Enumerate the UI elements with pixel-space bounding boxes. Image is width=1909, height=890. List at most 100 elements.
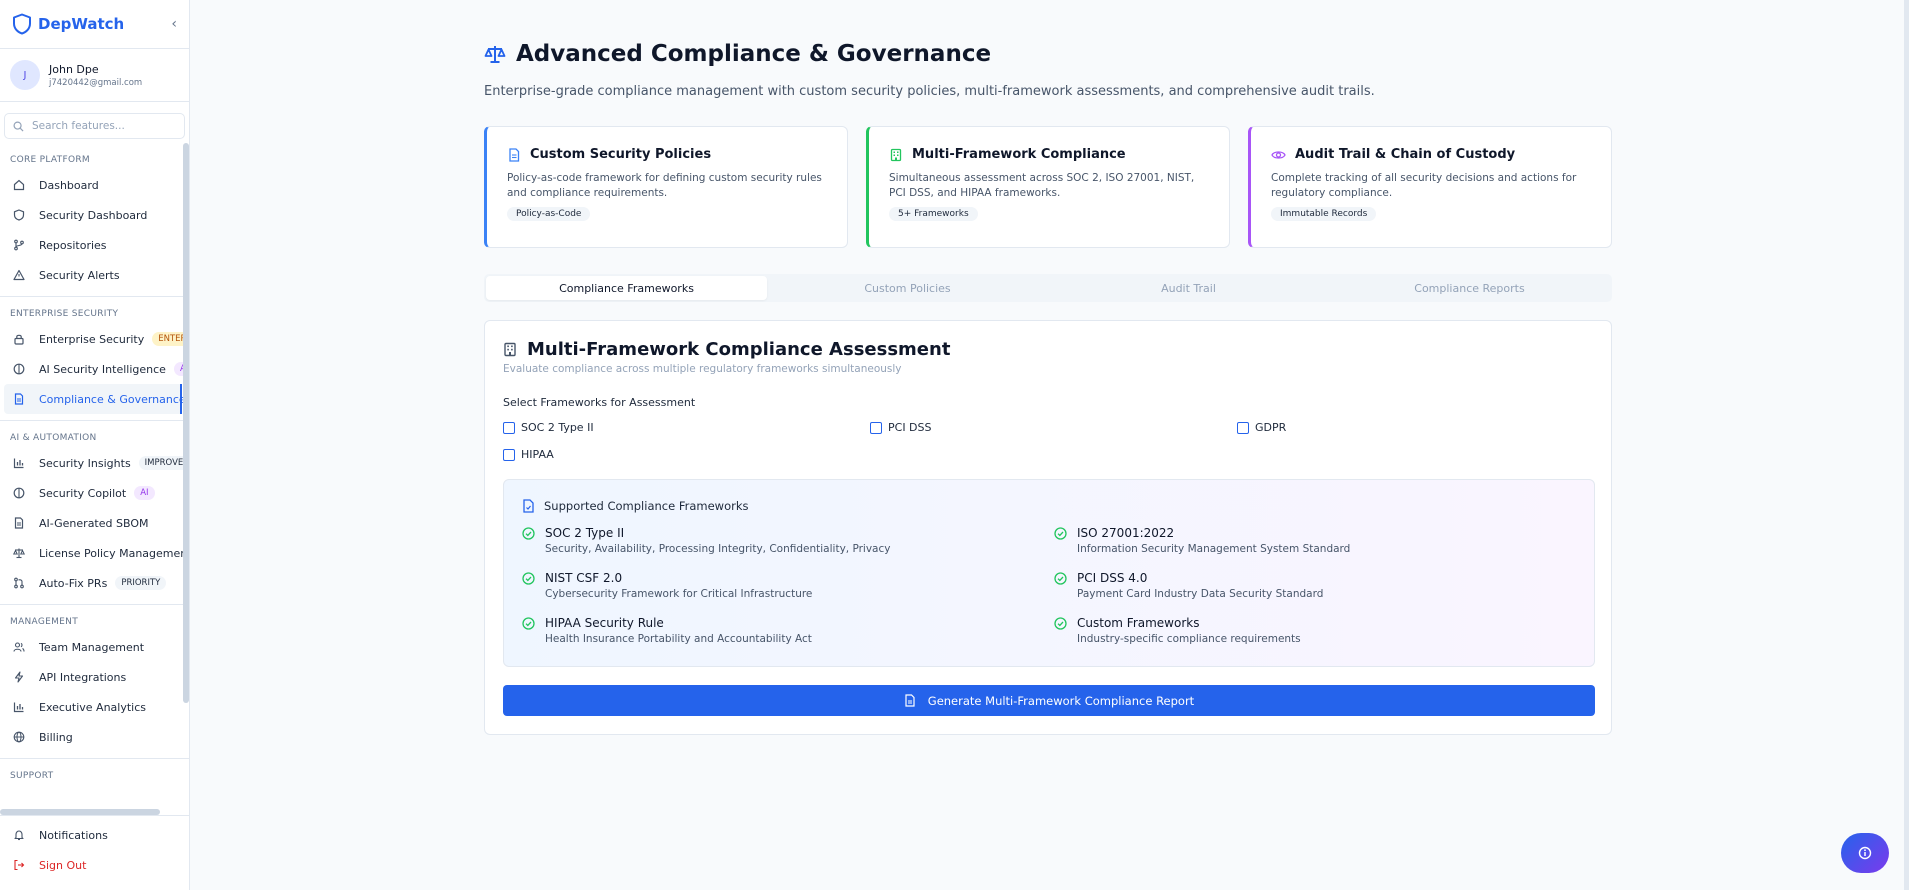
section-support: SUPPORT — [10, 771, 54, 781]
brain-icon — [12, 362, 26, 376]
framework-description: Health Insurance Portability and Account… — [545, 633, 812, 645]
bell-icon — [12, 828, 26, 842]
checkbox-pci-dss[interactable]: PCI DSS — [870, 421, 932, 434]
generate-report-button[interactable]: Generate Multi-Framework Compliance Repo… — [503, 685, 1595, 716]
sidebar-item-security-alerts[interactable]: Security Alerts — [0, 260, 189, 290]
lightning-icon — [12, 670, 26, 684]
git-pull-request-icon — [12, 576, 26, 590]
brand-name: DepWatch — [38, 15, 125, 33]
checkbox-gdpr[interactable]: GDPR — [1237, 421, 1286, 434]
card-description: Policy-as-code framework for defining cu… — [507, 172, 822, 199]
section-ai-automation: AI & AUTOMATION — [10, 433, 97, 443]
search-box — [4, 113, 185, 139]
sidebar-item-security-dashboard[interactable]: Security Dashboard — [0, 200, 189, 230]
scale-icon — [12, 546, 26, 560]
sidebar-item-repositories[interactable]: Repositories — [0, 230, 189, 260]
sidebar-vertical-scrollbar[interactable] — [183, 143, 189, 703]
user-email: j7420442@gmail.com — [49, 77, 143, 88]
sidebar-item-ai-security-intelligence[interactable]: AI Security Intelligence AI — [0, 354, 189, 384]
sidebar-item-label: Security Copilot — [39, 486, 127, 500]
feature-card-multi-framework: Multi-Framework Compliance Simultaneous … — [866, 126, 1230, 248]
page-title-text: Advanced Compliance & Governance — [516, 41, 992, 67]
select-frameworks-label: Select Frameworks for Assessment — [503, 396, 696, 409]
sidebar-item-executive-analytics[interactable]: Executive Analytics — [0, 692, 189, 722]
avatar: J — [10, 60, 40, 90]
tab-compliance-frameworks[interactable]: Compliance Frameworks — [486, 276, 767, 300]
tab-audit-trail[interactable]: Audit Trail — [1048, 276, 1329, 300]
checkbox-box[interactable] — [503, 421, 515, 434]
sidebar-item-auto-fix-prs[interactable]: Auto-Fix PRs PRIORITY — [0, 568, 189, 598]
generate-report-label: Generate Multi-Framework Compliance Repo… — [927, 693, 1195, 708]
sidebar-item-compliance-governance[interactable]: Compliance & Governance — [4, 384, 186, 414]
sidebar-item-label: AI Security Intelligence — [39, 362, 166, 376]
user-profile[interactable]: J John Dpe j7420442@gmail.com — [0, 49, 189, 102]
framework-description: Security, Availability, Processing Integ… — [545, 543, 891, 555]
sidebar-item-team-management[interactable]: Team Management — [0, 632, 189, 662]
framework-item: HIPAA Security Rule Health Insurance Port… — [522, 616, 812, 645]
tab-bar: Compliance Frameworks Custom Policies Au… — [484, 274, 1612, 302]
page-subtitle: Enterprise-grade compliance management w… — [484, 84, 1375, 99]
checkbox-soc2[interactable]: SOC 2 Type II — [503, 421, 594, 434]
sidebar-item-label: License Policy Management — [39, 546, 190, 560]
sidebar-item-dashboard[interactable]: Dashboard — [0, 170, 189, 200]
sidebar-item-label: API Integrations — [39, 670, 127, 684]
checkbox-box[interactable] — [503, 448, 515, 461]
sidebar-item-label: AI-Generated SBOM — [39, 516, 149, 530]
framework-name: SOC 2 Type II — [545, 526, 625, 540]
document-icon — [507, 147, 521, 162]
sidebar-item-api-integrations[interactable]: API Integrations — [0, 662, 189, 692]
page-scrollbar[interactable] — [1904, 0, 1909, 890]
sidebar: DepWatch ‹ J John Dpe j7420442@gmail.com… — [0, 0, 190, 890]
search-input[interactable] — [32, 120, 172, 132]
sidebar-item-security-insights[interactable]: Security Insights IMPROVED — [0, 448, 189, 478]
help-fab-button[interactable] — [1841, 833, 1889, 873]
feature-cards: Custom Security Policies Policy-as-code … — [484, 126, 1612, 248]
sidebar-item-label: Enterprise Security — [39, 332, 145, 346]
panel-title-text: Multi-Framework Compliance Assessment — [527, 339, 951, 360]
framework-item: ISO 27001:2022 Information Security Manag… — [1054, 526, 1350, 555]
sign-out-button[interactable]: Sign Out — [0, 850, 189, 880]
sidebar-item-security-copilot[interactable]: Security Copilot AI — [0, 478, 189, 508]
framework-item: PCI DSS 4.0 Payment Card Industry Data Se… — [1054, 571, 1323, 600]
collapse-sidebar-button[interactable]: ‹ — [171, 16, 177, 32]
framework-name: PCI DSS 4.0 — [1077, 571, 1148, 585]
checkbox-label: PCI DSS — [888, 421, 932, 434]
check-circle-icon — [1054, 617, 1067, 645]
search-icon — [13, 121, 24, 132]
document-check-icon — [522, 499, 535, 513]
sidebar-item-label: Executive Analytics — [39, 700, 147, 714]
sidebar-item-label: Compliance & Governance — [39, 392, 186, 406]
user-name: John Dpe — [49, 62, 99, 76]
framework-name: ISO 27001:2022 — [1077, 526, 1175, 540]
framework-name: HIPAA Security Rule — [545, 616, 664, 630]
card-title: Custom Security Policies — [530, 147, 712, 162]
sidebar-item-billing[interactable]: Billing — [0, 722, 189, 752]
document-icon — [12, 392, 26, 406]
sidebar-item-label: Team Management — [39, 640, 145, 654]
checkbox-box[interactable] — [870, 421, 882, 434]
tab-compliance-reports[interactable]: Compliance Reports — [1329, 276, 1610, 300]
sidebar-item-label: Repositories — [39, 238, 107, 252]
sidebar-item-label: Security Insights — [39, 456, 131, 470]
alert-triangle-icon — [12, 268, 26, 282]
section-management: MANAGEMENT — [10, 617, 78, 627]
card-pill: 5+ Frameworks — [889, 207, 978, 221]
framework-description: Cybersecurity Framework for Critical Inf… — [545, 588, 813, 600]
tab-custom-policies[interactable]: Custom Policies — [767, 276, 1048, 300]
supported-title-text: Supported Compliance Frameworks — [544, 499, 749, 513]
sidebar-item-ai-generated-sbom[interactable]: AI-Generated SBOM — [0, 508, 189, 538]
card-pill: Policy-as-Code — [507, 207, 591, 221]
sidebar-nav: CORE PLATFORM Dashboard Security Dashboa… — [0, 143, 190, 808]
feature-card-audit-trail: Audit Trail & Chain of Custody Complete … — [1248, 126, 1612, 248]
sidebar-item-license-policy[interactable]: License Policy Management — [0, 538, 190, 568]
checkbox-hipaa[interactable]: HIPAA — [503, 448, 554, 461]
framework-item: SOC 2 Type II Security, Availability, Pro… — [522, 526, 890, 555]
sidebar-item-label: Auto-Fix PRs — [39, 576, 108, 590]
sidebar-item-notifications[interactable]: Notifications — [0, 820, 189, 850]
scale-icon — [484, 43, 506, 65]
checkbox-box[interactable] — [1237, 421, 1249, 434]
check-circle-icon — [522, 572, 535, 600]
framework-name: NIST CSF 2.0 — [545, 571, 623, 585]
sidebar-item-enterprise-security[interactable]: Enterprise Security ENTERPRISE — [0, 324, 189, 354]
info-icon — [1858, 846, 1872, 860]
